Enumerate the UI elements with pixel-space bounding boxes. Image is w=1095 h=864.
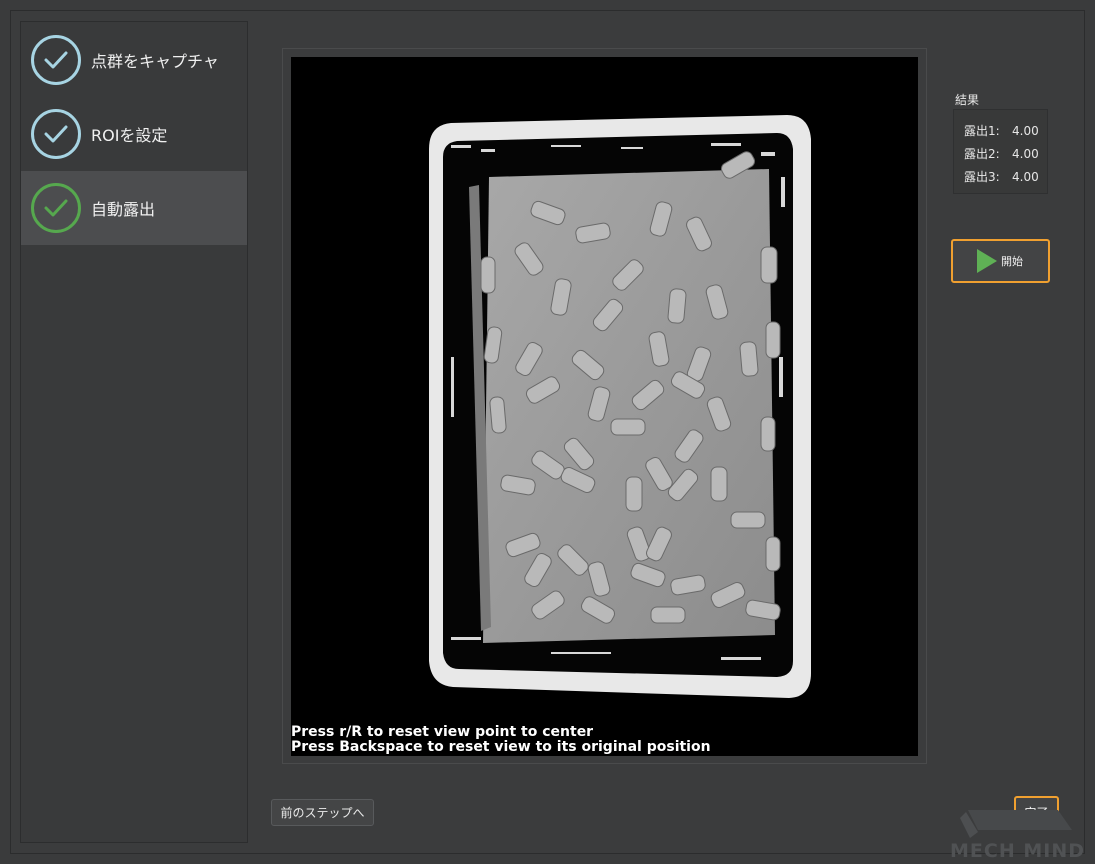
result-key: 露出3: (964, 170, 1000, 184)
step-set-roi[interactable]: ROIを設定 (21, 97, 247, 171)
result-value: 4.00 (1012, 124, 1039, 138)
step-label: ROIを設定 (91, 126, 168, 145)
result-row: 露出1: 4.00 (954, 120, 1047, 143)
step-label: 自動露出 (91, 200, 156, 219)
start-button-label: 開始 (1001, 255, 1023, 268)
previous-step-button[interactable]: 前のステップへ (271, 799, 374, 826)
check-icon (31, 183, 81, 233)
result-row: 露出3: 4.00 (954, 166, 1047, 189)
result-key: 露出1: (964, 124, 1000, 138)
point-cloud-canvas[interactable]: Press r/R to reset view point to center … (291, 57, 918, 756)
result-value: 4.00 (1012, 170, 1039, 184)
step-label: 点群をキャプチャ (91, 52, 219, 71)
results-title: 結果 (955, 93, 980, 107)
viewer-hint-reset-center: Press r/R to reset view point to center (291, 724, 594, 740)
logo-text: MECH MIND (950, 840, 1085, 862)
check-icon (31, 35, 81, 85)
step-auto-exposure[interactable]: 自動露出 (21, 171, 247, 245)
result-key: 露出2: (964, 147, 1000, 161)
results-panel: 露出1: 4.00 露出2: 4.00 露出3: 4.00 (953, 109, 1048, 194)
play-icon (977, 249, 997, 273)
steps-sidebar: 点群をキャプチャ ROIを設定 自動露出 (20, 21, 248, 843)
viewer-hint-reset-view: Press Backspace to reset view to its ori… (291, 739, 711, 755)
point-cloud-image (429, 115, 811, 698)
step-capture-point-cloud[interactable]: 点群をキャプチャ (21, 23, 247, 97)
result-value: 4.00 (1012, 147, 1039, 161)
result-row: 露出2: 4.00 (954, 143, 1047, 166)
check-icon (31, 109, 81, 159)
start-button[interactable]: 開始 (951, 239, 1050, 283)
